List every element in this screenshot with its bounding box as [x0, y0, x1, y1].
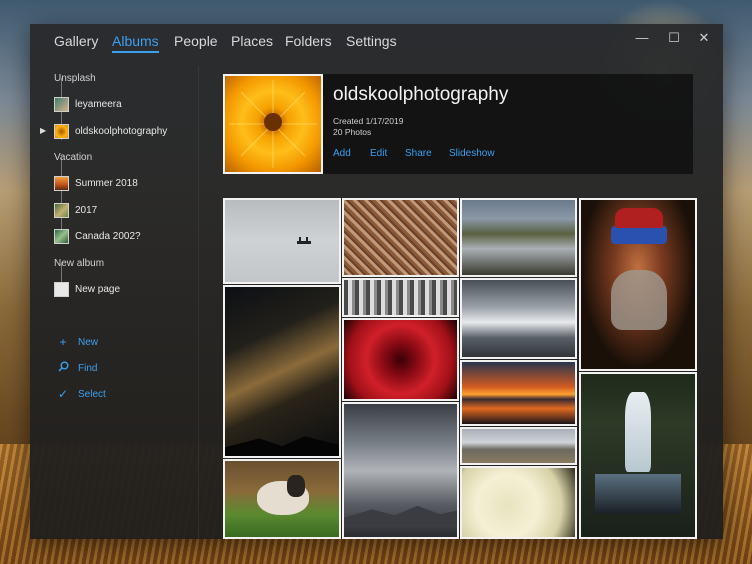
photos-app-window: Gallery Albums People Places Folders Set…: [30, 24, 723, 539]
maximize-button[interactable]: ☐: [666, 30, 682, 46]
album-thumbnail: [54, 228, 69, 244]
photo-tile[interactable]: [579, 372, 697, 539]
search-icon: [56, 361, 70, 375]
new-label: New: [78, 336, 99, 348]
find-button[interactable]: Find: [56, 361, 97, 375]
group-title-unsplash[interactable]: Unsplash: [54, 73, 96, 84]
album-title: oldskoolphotography: [333, 84, 509, 105]
album-thumbnail: [54, 202, 69, 218]
album-created-date: Created 1/17/2019: [333, 116, 404, 126]
tab-places[interactable]: Places: [231, 33, 273, 49]
slideshow-button[interactable]: Slideshow: [449, 148, 495, 159]
photo-tile[interactable]: [223, 198, 341, 284]
sidebar-item-label: Canada 2002?: [75, 230, 141, 242]
photo-grid: [223, 198, 697, 539]
tab-gallery[interactable]: Gallery: [54, 33, 98, 49]
add-button[interactable]: Add: [333, 148, 351, 159]
sidebar-item-new-page[interactable]: New page: [54, 280, 120, 298]
share-button[interactable]: Share: [405, 148, 432, 159]
close-button[interactable]: ✕: [696, 30, 712, 46]
album-photo-count: 20 Photos: [333, 127, 372, 137]
group-title-vacation[interactable]: Vacation: [54, 152, 92, 163]
tab-settings[interactable]: Settings: [346, 33, 397, 49]
photo-tile[interactable]: [342, 278, 459, 317]
photo-tile[interactable]: [342, 198, 459, 277]
select-label: Select: [78, 388, 106, 400]
sidebar-item-oldskoolphotography[interactable]: oldskoolphotography: [54, 122, 167, 140]
photo-tile[interactable]: [460, 427, 577, 465]
album-thumbnail: [54, 281, 69, 297]
album-thumbnail: [54, 123, 69, 139]
album-cover-image[interactable]: [223, 74, 323, 174]
selected-caret-icon: ▶: [40, 126, 47, 135]
album-header: oldskoolphotography Created 1/17/2019 20…: [223, 74, 693, 174]
sidebar-item-label: oldskoolphotography: [75, 125, 168, 137]
photo-tile[interactable]: [460, 360, 577, 426]
tab-albums[interactable]: Albums: [112, 33, 159, 53]
photo-tile[interactable]: [223, 285, 341, 458]
photo-tile[interactable]: [342, 402, 459, 539]
albums-sidebar: Unsplash leyameera ▶ oldskoolphotography…: [30, 66, 199, 539]
photo-tile[interactable]: [460, 466, 577, 539]
photo-tile[interactable]: [579, 198, 697, 371]
group-title-new-album[interactable]: New album: [54, 258, 104, 269]
album-thumbnail: [54, 175, 69, 191]
plus-icon: +: [59, 335, 67, 349]
tab-folders[interactable]: Folders: [285, 33, 332, 49]
photo-tile[interactable]: [223, 459, 341, 539]
sidebar-item-label: leyameera: [75, 98, 122, 110]
sidebar-item-canada-2002[interactable]: Canada 2002?: [54, 227, 141, 245]
minimize-button[interactable]: —: [634, 30, 650, 45]
sidebar-item-2017[interactable]: 2017: [54, 201, 97, 219]
sidebar-item-summer-2018[interactable]: Summer 2018: [54, 174, 138, 192]
find-label: Find: [78, 362, 98, 374]
photo-tile[interactable]: [460, 198, 577, 277]
edit-button[interactable]: Edit: [370, 148, 387, 159]
new-button[interactable]: + New: [56, 335, 98, 349]
album-thumbnail: [54, 96, 69, 112]
sidebar-item-label: 2017: [75, 204, 98, 216]
photo-tile[interactable]: [342, 318, 459, 401]
sidebar-item-label: New page: [75, 283, 121, 295]
sidebar-item-label: Summer 2018: [75, 177, 138, 189]
photo-tile[interactable]: [460, 278, 577, 359]
sidebar-item-leyameera[interactable]: leyameera: [54, 95, 122, 113]
tab-people[interactable]: People: [174, 33, 218, 49]
select-button[interactable]: ✓ Select: [56, 387, 106, 401]
checkmark-icon: ✓: [57, 387, 69, 401]
top-navigation: Gallery Albums People Places Folders Set…: [30, 24, 723, 60]
